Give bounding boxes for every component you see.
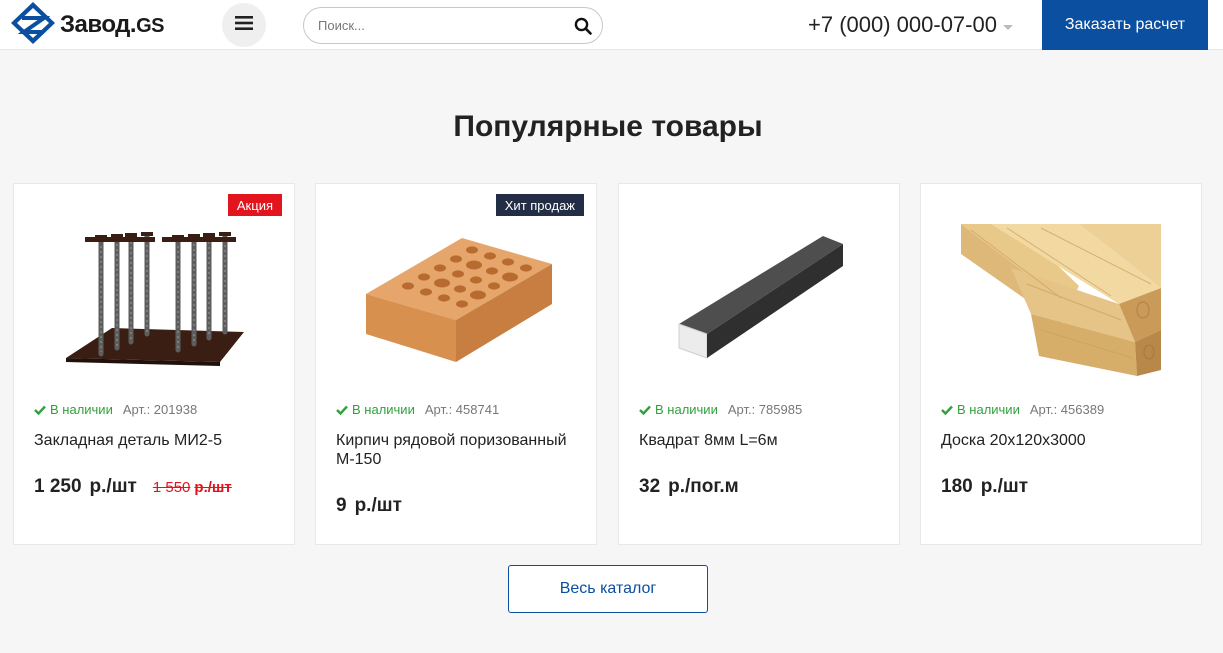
stock-label: В наличии (352, 402, 415, 417)
product-image[interactable] (619, 224, 899, 376)
bestseller-badge: Хит продаж (495, 194, 584, 216)
article-number: Арт.: 456389 (1029, 402, 1105, 417)
stock-status: В наличии Арт.: 458741 (336, 402, 499, 417)
article-number: Арт.: 201938 (122, 402, 198, 417)
stock-label: В наличии (957, 402, 1020, 417)
product-name[interactable]: Закладная деталь МИ2-5 (34, 431, 279, 450)
chevron-down-icon[interactable] (1002, 24, 1013, 30)
section-title: Популярные товары (453, 110, 763, 143)
menu-button[interactable] (222, 3, 266, 47)
product-name[interactable]: Квадрат 8мм L=6м (639, 431, 884, 450)
stock-status: В наличии Арт.: 456389 (941, 402, 1104, 417)
product-name[interactable]: Доска 20x120x3000 (941, 431, 1186, 450)
price-unit: р./шт (980, 476, 1029, 497)
product-image[interactable] (316, 224, 596, 376)
all-catalog-button[interactable]: Весь каталог (508, 565, 708, 613)
price-unit: р./пог.м (668, 476, 739, 497)
price-unit: р./шт (354, 495, 402, 516)
product-price: 32 р./пог.м (639, 476, 739, 498)
search-icon[interactable] (574, 17, 592, 35)
search-box (303, 7, 603, 44)
product-card[interactable]: Акция В наличии Арт.: 201938 Закладная д… (13, 183, 295, 545)
stock-status: В наличии Арт.: 785985 (639, 402, 802, 417)
price-value: 32 (639, 476, 661, 497)
sale-badge: Акция (227, 194, 282, 216)
product-card[interactable]: В наличии Арт.: 456389 Доска 20x120x3000… (920, 183, 1202, 545)
old-price-value: 1 550 (152, 479, 191, 496)
logo[interactable]: Завод.GS (10, 1, 164, 50)
product-card[interactable]: В наличии Арт.: 785985 Квадрат 8мм L=6м … (618, 183, 900, 545)
product-image[interactable] (921, 224, 1201, 376)
header: Завод.GS +7 (000) 000-07-00 Заказать рас… (0, 0, 1223, 50)
product-price: 1 250 р./шт 1 550 р./шт (34, 476, 232, 498)
old-price: 1 550 р./шт (153, 479, 232, 496)
price-unit: р./шт (89, 476, 137, 497)
menu-icon (235, 15, 253, 35)
product-price: 180 р./шт (941, 476, 1028, 498)
check-icon (34, 405, 46, 415)
logo-icon (10, 1, 56, 50)
product-image[interactable] (14, 224, 294, 376)
product-card[interactable]: Хит продаж В наличии Арт.: 458741 Кирпич… (315, 183, 597, 545)
stock-status: В наличии Арт.: 201938 (34, 402, 197, 417)
phone-dropdown[interactable]: +7 (000) 000-07-00 (808, 12, 1013, 38)
price-value: 180 (941, 476, 973, 497)
article-number: Арт.: 458741 (424, 402, 500, 417)
old-price-unit: р./шт (194, 479, 232, 496)
price-value: 9 (336, 495, 347, 516)
check-icon (941, 405, 953, 415)
logo-text: Завод.GS (60, 11, 164, 38)
phone-number[interactable]: +7 (000) 000-07-00 (808, 12, 997, 38)
search-input[interactable] (318, 8, 558, 43)
product-price: 9 р./шт (336, 495, 402, 517)
price-value: 1 250 (34, 476, 82, 497)
product-name[interactable]: Кирпич рядовой поризованный М-150 (336, 431, 581, 469)
check-icon (336, 405, 348, 415)
check-icon (639, 405, 651, 415)
stock-label: В наличии (655, 402, 718, 417)
article-number: Арт.: 785985 (727, 402, 803, 417)
stock-label: В наличии (50, 402, 113, 417)
order-calculation-button[interactable]: Заказать расчет (1042, 0, 1208, 50)
